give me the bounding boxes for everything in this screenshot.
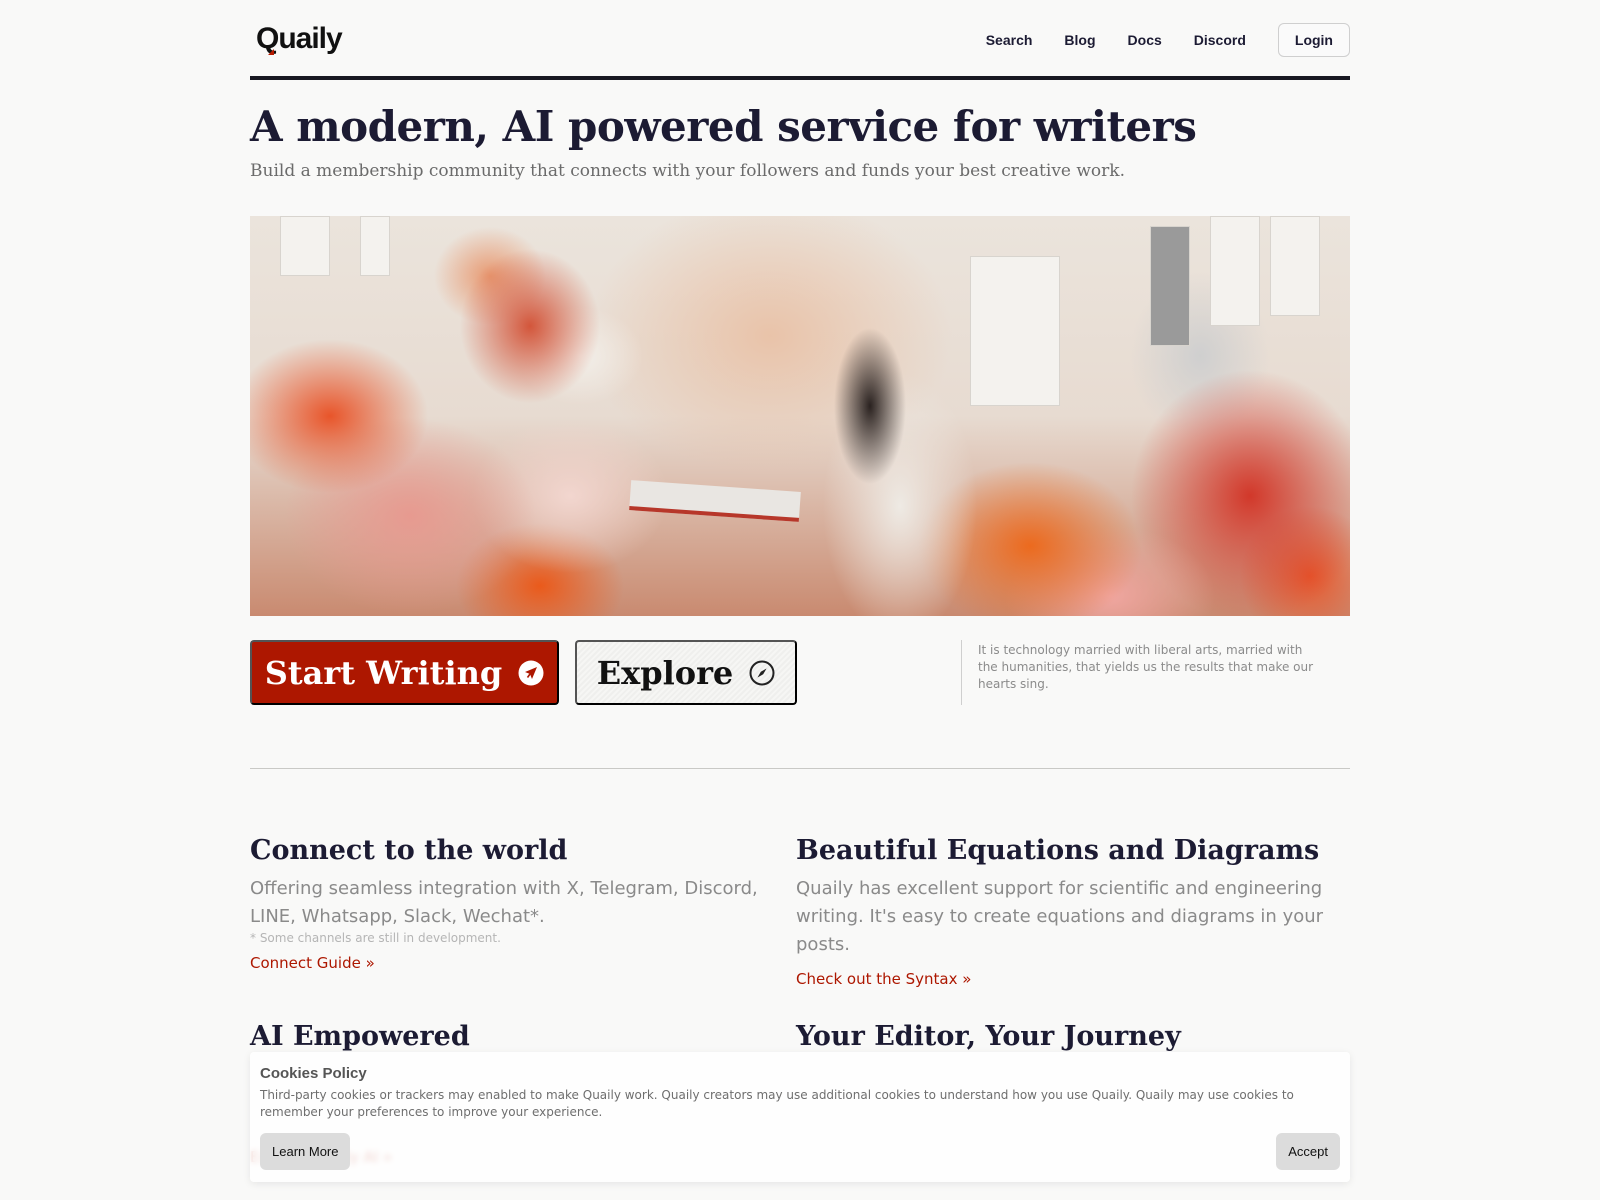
nav-docs[interactable]: Docs: [1128, 32, 1162, 48]
page-subtitle: Build a membership community that connec…: [250, 161, 1126, 181]
feature-editor: Your Editor, Your Journey: [796, 1021, 1326, 1053]
hero-image-detail: [629, 480, 801, 522]
hero-image-detail: [280, 216, 330, 276]
page-title: A modern, AI powered service for writers: [250, 102, 1197, 151]
feature-title: Your Editor, Your Journey: [796, 1021, 1181, 1052]
nav-discord[interactable]: Discord: [1194, 32, 1246, 48]
site-header: Quaily Search Blog Docs Discord Login: [250, 0, 1350, 80]
feature-description: Quaily has excellent support for scienti…: [796, 878, 1324, 955]
logo[interactable]: Quaily: [256, 22, 343, 56]
cookie-banner: Cookies Policy Third-party cookies or tr…: [250, 1052, 1350, 1182]
hero-image-detail: [360, 216, 390, 276]
cookie-text: Third-party cookies or trackers may enab…: [260, 1088, 1294, 1119]
section-divider: [250, 768, 1350, 769]
start-writing-label: Start Writing: [264, 653, 503, 692]
hero-image-detail: [1210, 216, 1260, 326]
start-writing-button[interactable]: Start Writing: [250, 640, 559, 705]
explore-button[interactable]: Explore: [575, 640, 797, 705]
feature-connect: Connect to the world Offering seamless i…: [250, 835, 780, 973]
compass-icon: [749, 660, 775, 685]
quote: It is technology married with liberal ar…: [961, 640, 1321, 705]
feature-title: AI Empowered: [250, 1021, 470, 1052]
feature-description: Offering seamless integration with X, Te…: [250, 878, 758, 927]
learn-more-button[interactable]: Learn More: [260, 1133, 351, 1170]
hero-image: [250, 216, 1350, 616]
feature-title: Beautiful Equations and Diagrams: [796, 835, 1320, 866]
hero-image-detail: [1150, 226, 1190, 346]
feature-note: * Some channels are still in development…: [250, 931, 501, 945]
login-button[interactable]: Login: [1277, 23, 1350, 57]
logo-text: Quaily: [256, 22, 343, 55]
nav-search[interactable]: Search: [986, 32, 1033, 48]
page-container: Quaily Search Blog Docs Discord Login A …: [250, 0, 1350, 1166]
hero-image-detail: [1270, 216, 1320, 316]
explore-label: Explore: [596, 653, 734, 692]
feature-title: Connect to the world: [250, 835, 568, 866]
main-nav: Search Blog Docs Discord Login: [954, 23, 1350, 57]
cta-row: Start Writing Explore It is technology m…: [250, 640, 1350, 705]
syntax-link[interactable]: Check out the Syntax »: [796, 969, 1326, 989]
cookie-title: Cookies Policy: [260, 1065, 367, 1082]
paper-plane-icon: [518, 660, 544, 685]
accept-button[interactable]: Accept: [1276, 1133, 1340, 1170]
feature-equations: Beautiful Equations and Diagrams Quaily …: [796, 835, 1326, 989]
nav-blog[interactable]: Blog: [1064, 32, 1095, 48]
connect-guide-link[interactable]: Connect Guide »: [250, 953, 780, 973]
hero-image-detail: [970, 256, 1060, 406]
